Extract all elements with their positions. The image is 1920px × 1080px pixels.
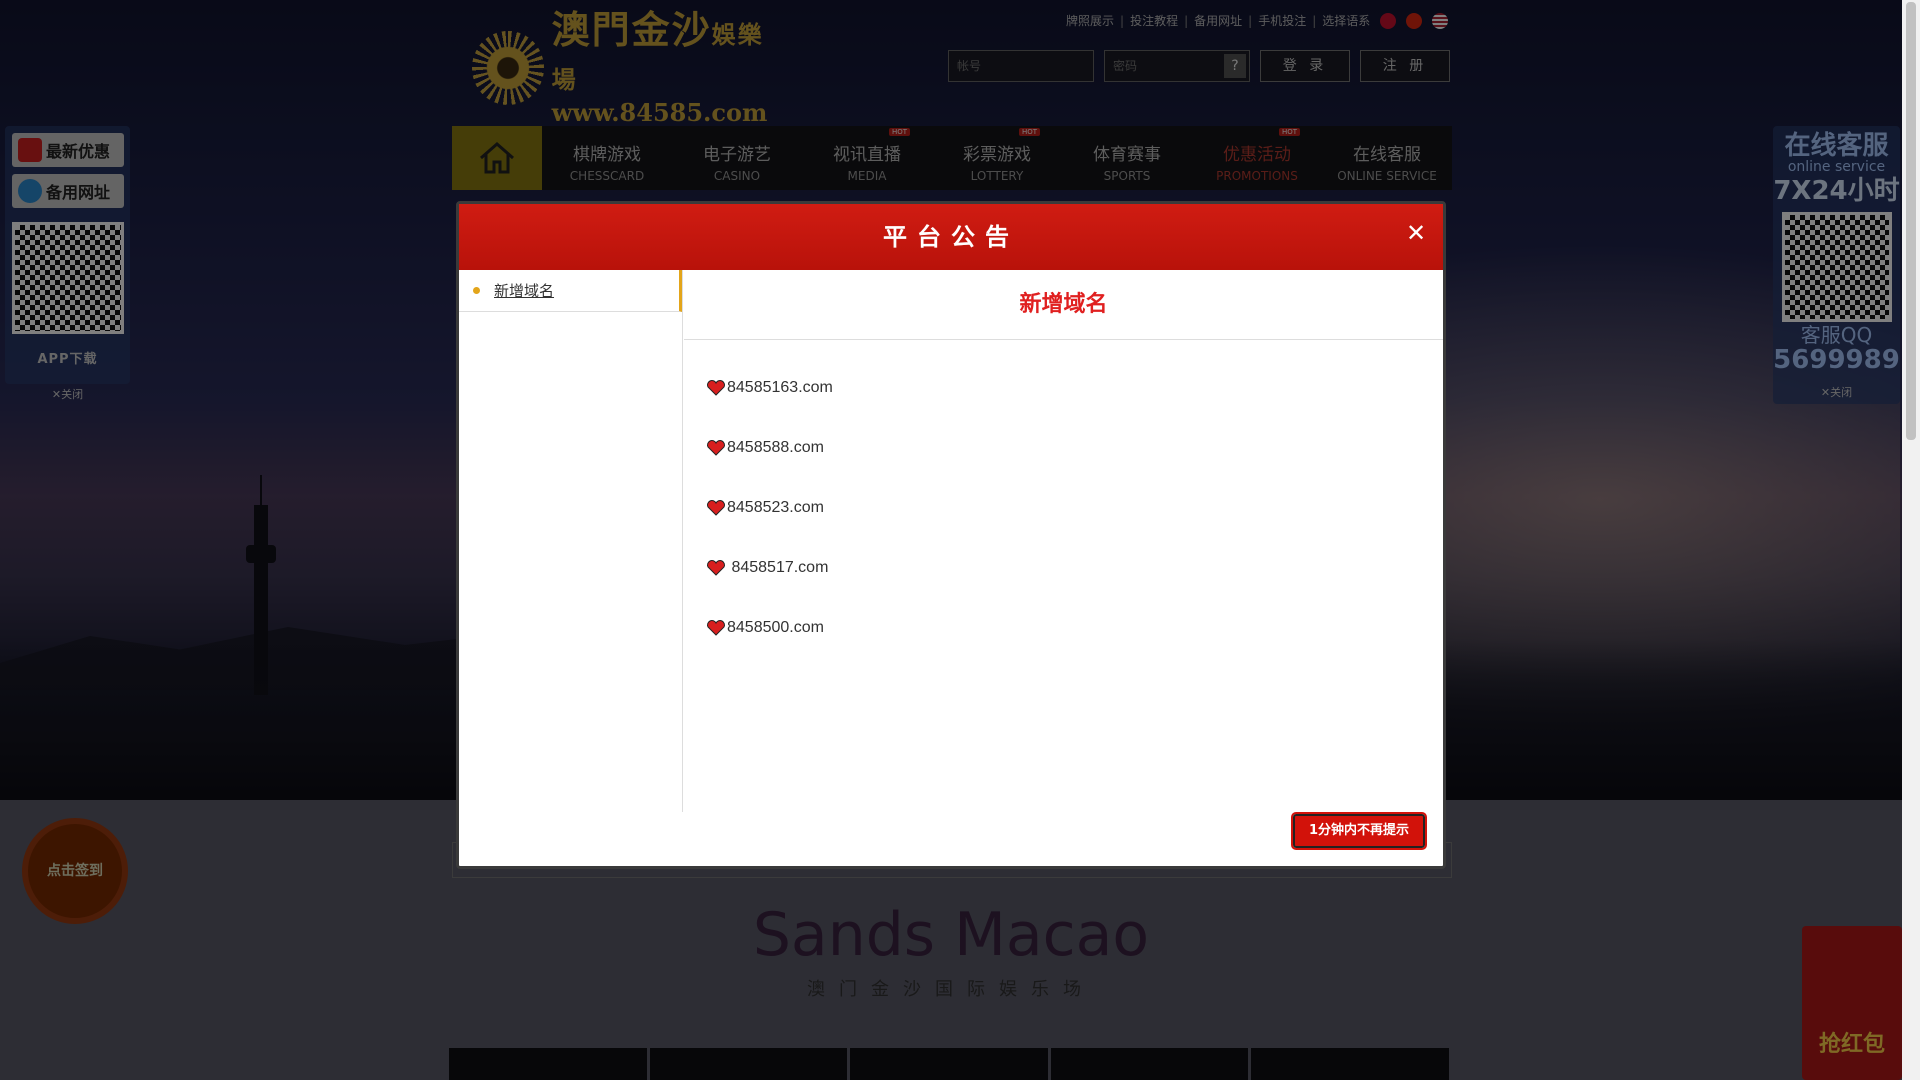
- list-item: 84585163.com: [706, 358, 1443, 418]
- list-item: 8458523.com: [706, 478, 1443, 538]
- announcement-modal: 平台公告 ✕ 新增域名 新增域名 84585163.com 8458588.co…: [456, 201, 1446, 869]
- heart-icon: [707, 380, 725, 396]
- list-item: 8458517.com: [706, 538, 1443, 598]
- modal-header: 平台公告 ✕: [459, 204, 1443, 270]
- heart-icon: [707, 440, 725, 456]
- domain-list: 84585163.com 8458588.com 8458523.com 845…: [684, 340, 1443, 658]
- page-scrollbar[interactable]: [1902, 0, 1920, 1080]
- dont-show-again-button[interactable]: 1分钟内不再提示: [1291, 812, 1427, 850]
- scrollbar-thumb[interactable]: [1906, 2, 1916, 440]
- list-item: 8458588.com: [706, 418, 1443, 478]
- heart-icon: [707, 560, 725, 576]
- close-icon[interactable]: ✕: [1401, 218, 1431, 248]
- heart-icon: [707, 620, 725, 636]
- list-item: 8458500.com: [706, 598, 1443, 658]
- modal-body: 新增域名 新增域名 84585163.com 8458588.com 84585…: [459, 270, 1443, 816]
- bullet-icon: [473, 287, 480, 294]
- tab-new-domains[interactable]: 新增域名: [459, 270, 682, 312]
- heart-icon: [707, 500, 725, 516]
- modal-content: 新增域名 84585163.com 8458588.com 8458523.co…: [684, 270, 1443, 816]
- modal-title: 平台公告: [883, 223, 1019, 251]
- content-heading: 新增域名: [684, 270, 1443, 340]
- modal-sidebar: 新增域名: [459, 270, 683, 812]
